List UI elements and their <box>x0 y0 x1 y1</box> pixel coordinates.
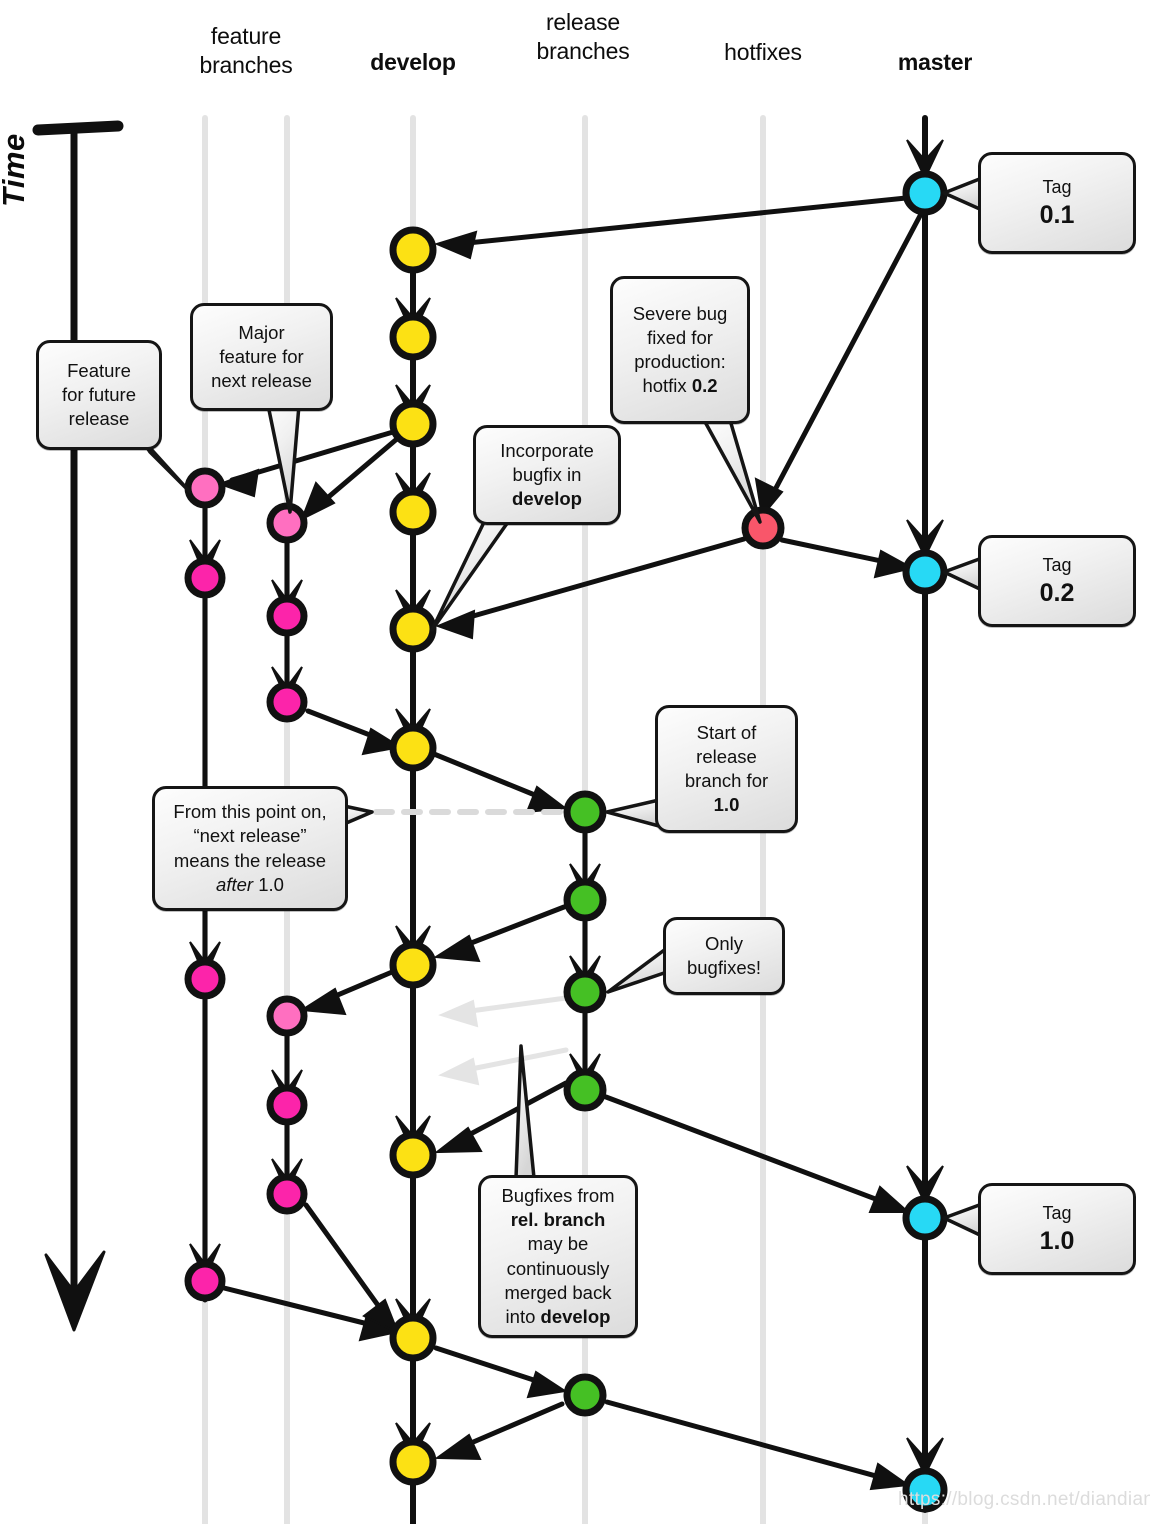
column-header-develop: develop <box>370 49 456 75</box>
node-develop-9 <box>389 1314 437 1362</box>
node-feature1-4 <box>184 1260 226 1302</box>
tail-tag-1-0 <box>942 1202 984 1238</box>
node-release-2 <box>563 878 607 922</box>
node-feature2-4 <box>266 995 308 1037</box>
tail-major-feature <box>266 403 301 514</box>
node-hotfix-0-2 <box>741 506 785 550</box>
callout-text: Bugfixes from rel. branch may be continuous… <box>501 1185 615 1327</box>
time-axis-label: Time <box>0 133 31 207</box>
node-develop-7 <box>389 941 437 989</box>
callout-only-bugfixes: Only bugfixes! <box>663 917 785 995</box>
callout-text: Severe bug fixed for production: hotfix 0.2 <box>632 302 728 397</box>
master-lane-line <box>906 115 944 1513</box>
node-release-1 <box>563 790 607 834</box>
release-lane-line <box>569 811 601 1098</box>
node-feature2-1 <box>266 502 308 544</box>
callout-start-of-release-branch: Start of release branch for 1.0 <box>655 705 798 833</box>
callout-feature-for-future-release: Feature for future release <box>36 340 162 450</box>
node-release-5 <box>563 1373 607 1417</box>
tag-text: Tag 0.2 <box>1039 554 1075 607</box>
node-develop-6 <box>389 724 437 772</box>
callout-severe-bug-hotfix: Severe bug fixed for production: hotfix 0.2 <box>610 276 750 424</box>
node-feature2-2 <box>266 595 308 637</box>
node-feature1-1 <box>184 467 226 509</box>
time-axis-arrow <box>32 120 124 1332</box>
callout-text: Start of release branch for 1.0 <box>684 721 769 816</box>
tag-balloon-0-1: Tag 0.1 <box>978 152 1136 254</box>
callout-text: Feature for future release <box>61 359 137 430</box>
node-feature1-3 <box>184 958 226 1000</box>
tail-only-bugfixes <box>606 946 669 994</box>
tail-start-release <box>605 798 661 828</box>
node-master-0-1 <box>902 170 948 216</box>
watermark: https://blog.csdn.net/diandianxiyu <box>898 1489 1150 1510</box>
node-develop-10 <box>389 1438 437 1486</box>
callout-bugfixes-merged-back: Bugfixes from rel. branch may be continuous… <box>478 1175 638 1338</box>
callout-text: Incorporate bugfix in develop <box>500 439 594 510</box>
faded-merge-arrows <box>438 995 569 1086</box>
gitflow-diagram: feature branches develop release branche… <box>0 0 1150 1524</box>
tail-bugfixes-merged <box>514 1044 536 1180</box>
tag-text: Tag 1.0 <box>1039 1202 1075 1255</box>
node-release-4 <box>563 1068 607 1112</box>
node-develop-2 <box>389 313 437 361</box>
tag-balloon-0-2: Tag 0.2 <box>978 535 1136 627</box>
node-feature2-5 <box>266 1084 308 1126</box>
node-master-1-0 <box>902 1195 948 1241</box>
callout-incorporate-bugfix-in-develop: Incorporate bugfix in develop <box>473 425 621 525</box>
node-develop-8 <box>389 1131 437 1179</box>
node-release-3 <box>563 970 607 1014</box>
tail-tag-0-2 <box>942 556 984 592</box>
callout-major-feature-for-next-release: Major feature for next release <box>190 303 333 411</box>
callout-from-this-point-on: From this point on, “next release” means t… <box>152 786 348 911</box>
column-header-feature: feature branches <box>199 23 293 79</box>
node-master-0-2 <box>902 549 948 595</box>
node-develop-4 <box>389 488 437 536</box>
node-feature2-6 <box>266 1173 308 1215</box>
column-header-release: release branches <box>536 9 630 65</box>
tail-severe-bug <box>702 418 762 524</box>
node-develop-5 <box>389 605 437 653</box>
tail-tag-0-1 <box>942 176 984 212</box>
node-feature1-2 <box>184 557 226 599</box>
column-header-master: master <box>897 49 973 75</box>
column-header-hotfixes: hotfixes <box>724 39 802 65</box>
node-feature2-3 <box>266 681 308 723</box>
node-develop-3 <box>389 400 437 448</box>
callout-text: Only bugfixes! <box>686 932 762 978</box>
tag-balloon-1-0: Tag 1.0 <box>978 1183 1136 1275</box>
tail-from-this-point <box>342 804 374 826</box>
callout-text: From this point on, “next release” means t… <box>173 801 327 895</box>
tag-text: Tag 0.1 <box>1039 176 1075 229</box>
callout-text: Major feature for next release <box>211 321 312 392</box>
node-develop-1 <box>389 226 437 274</box>
